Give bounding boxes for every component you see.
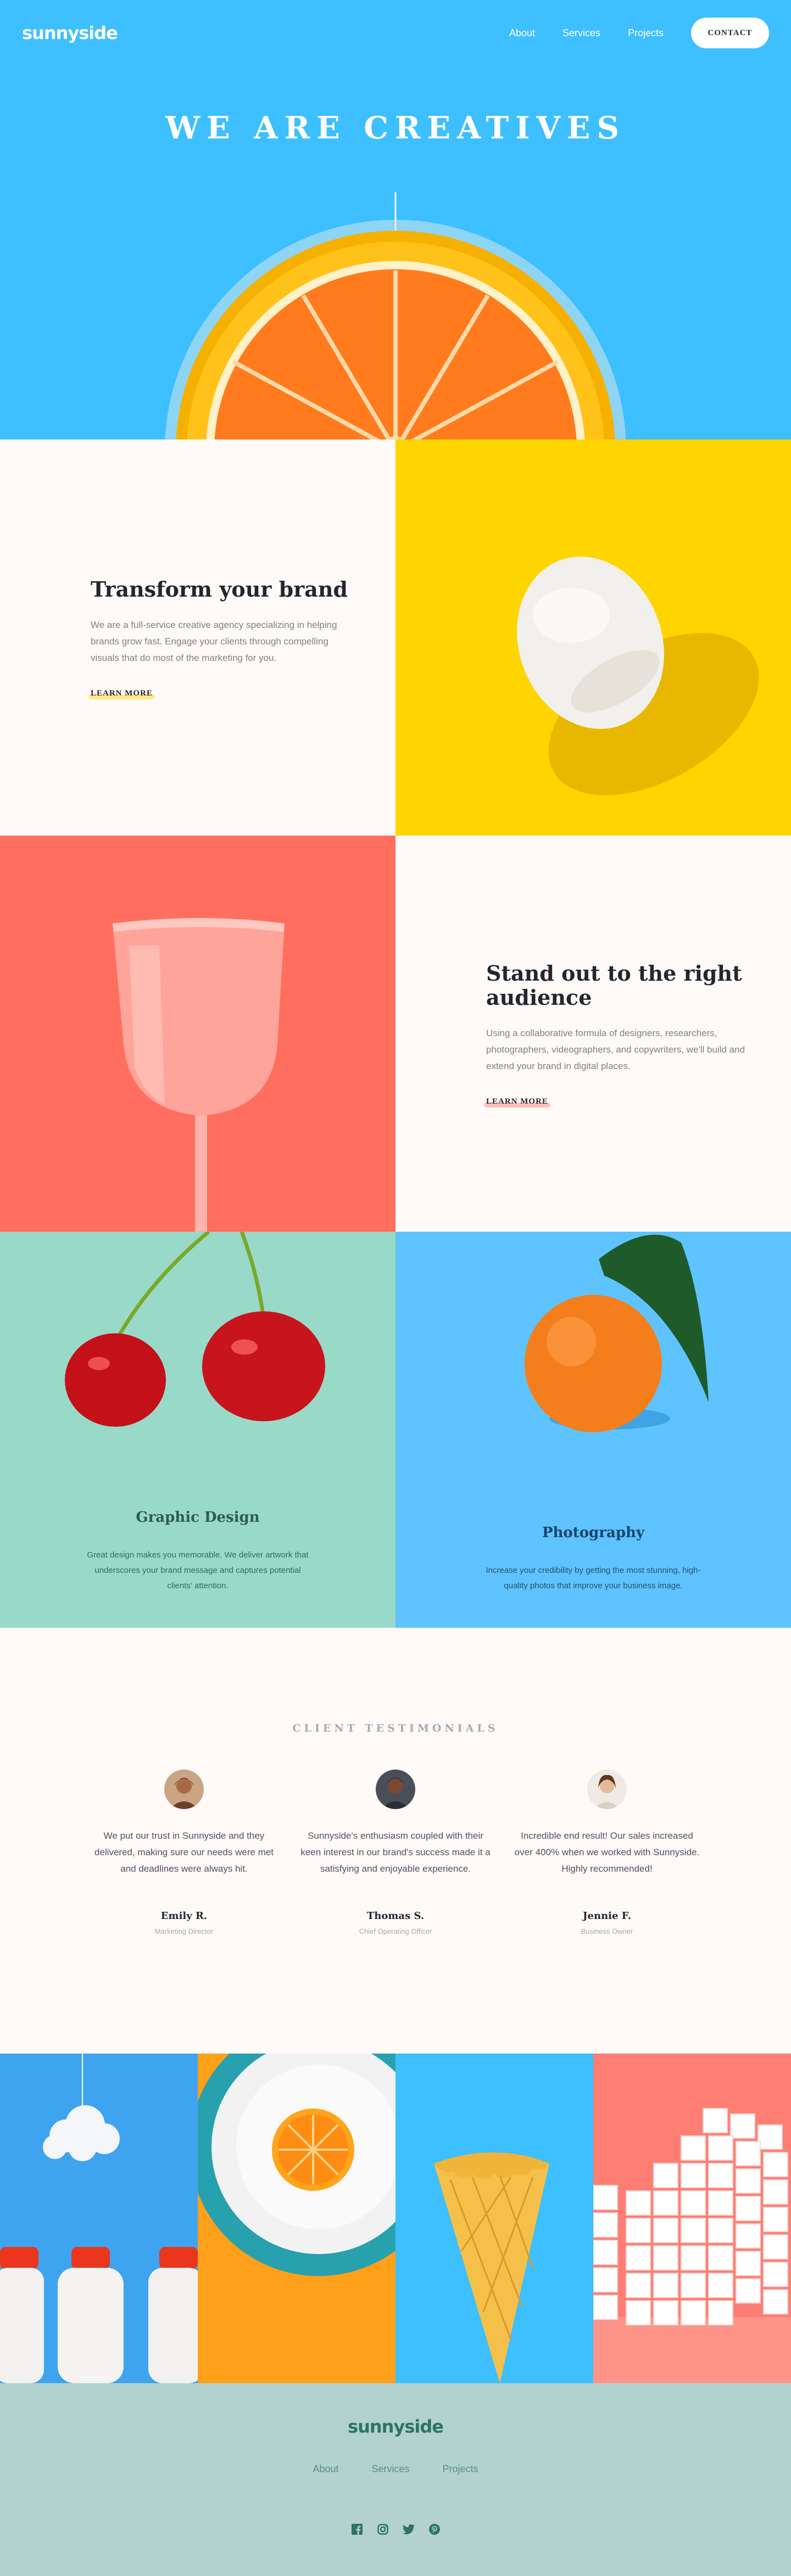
nav-menu: About Services Projects CONTACT [509, 18, 769, 48]
egg-image [396, 439, 791, 836]
nav-link-about[interactable]: About [509, 27, 535, 39]
hero-title: WE ARE CREATIVES [165, 110, 626, 146]
feature-body: We are a full-service creative agency sp… [91, 619, 337, 663]
avatar [164, 1770, 204, 1809]
photography-card: Photography Increase your credibility by… [396, 1232, 791, 1628]
testimonial-role: Marketing Director [154, 1927, 214, 1935]
site-logo[interactable]: sunnyside [22, 23, 118, 43]
milk-bottles-image [0, 2054, 198, 2383]
feature-text-block: Stand out to the right audience Using a … [396, 836, 791, 1232]
feature-transform: Transform your brand We are a full-servi… [0, 439, 791, 836]
hero-section: sunnyside About Services Projects CONTAC… [0, 0, 791, 439]
testimonials-heading: CLIENT TESTIMONIALS [292, 1722, 499, 1734]
sugar-cubes-image [593, 2054, 791, 2383]
feature-title: Transform your brand [91, 576, 348, 602]
footer-link-about[interactable]: About [313, 2463, 338, 2475]
gallery-section [0, 2054, 791, 2383]
avatar [376, 1770, 415, 1809]
service-title: Graphic Design [136, 1509, 260, 1526]
service-title: Photography [542, 1525, 645, 1541]
cherries-image [65, 1232, 325, 1427]
testimonial-card: Sunnyside's enthusiasm coupled with thei… [299, 1770, 492, 1935]
social-links [0, 2523, 791, 2535]
testimonial-name: Emily R. [160, 1910, 208, 1922]
testimonials-section: CLIENT TESTIMONIALS We put our trust in … [0, 1628, 791, 2054]
nav-link-projects[interactable]: Projects [628, 27, 664, 39]
ice-cream-cone-image [396, 2054, 593, 2383]
learn-more-link[interactable]: LEARN MORE [484, 1097, 550, 1108]
footer-link-services[interactable]: Services [371, 2463, 409, 2475]
feature-title: Stand out to the right audience [486, 960, 742, 1010]
feature-stand-out: Stand out to the right audience Using a … [0, 836, 791, 1232]
feature-body: Using a collaborative formula of designe… [486, 1027, 745, 1071]
graphic-design-card: Graphic Design Great design makes you me… [0, 1232, 396, 1628]
testimonial-quote: Sunnyside's enthusiasm coupled with thei… [300, 1831, 491, 1874]
service-body: Great design makes you memorable. We del… [87, 1550, 309, 1590]
testimonial-card: We put our trust in Sunnyside and they d… [88, 1770, 280, 1935]
footer: sunnyside About Services Projects [0, 2383, 791, 2576]
testimonial-name: Thomas S. [366, 1910, 425, 1922]
twitter-icon[interactable] [402, 2523, 415, 2535]
testimonial-role: Chief Operating Officer [359, 1927, 432, 1935]
testimonial-quote: We put our trust in Sunnyside and they d… [94, 1831, 274, 1874]
footer-logo[interactable]: sunnyside [0, 2416, 791, 2437]
facebook-icon[interactable] [351, 2523, 363, 2535]
orange-slice-image [165, 220, 626, 439]
avatar [587, 1770, 627, 1809]
top-navigation: sunnyside About Services Projects CONTAC… [0, 0, 791, 66]
orange-plate-image [198, 2054, 396, 2383]
pinterest-icon[interactable] [428, 2523, 441, 2535]
testimonial-name: Jennie F. [583, 1910, 631, 1922]
footer-link-projects[interactable]: Projects [443, 2463, 478, 2475]
testimonial-quote: Incredible end result! Our sales increas… [514, 1831, 700, 1874]
service-body: Increase your credibility by getting the… [486, 1566, 701, 1590]
learn-more-link[interactable]: LEARN MORE [88, 689, 155, 699]
testimonial-role: Business Owner [581, 1927, 633, 1935]
services-section: Graphic Design Great design makes you me… [0, 1232, 791, 1628]
feature-text-block: Transform your brand We are a full-servi… [0, 439, 396, 836]
footer-nav: About Services Projects [0, 2463, 791, 2475]
orange-image [525, 1234, 709, 1432]
contact-button[interactable]: CONTACT [691, 18, 769, 48]
instagram-icon[interactable] [377, 2523, 389, 2535]
nav-link-services[interactable]: Services [562, 27, 600, 39]
testimonial-card: Incredible end result! Our sales increas… [511, 1770, 703, 1935]
cup-image [0, 836, 396, 1232]
